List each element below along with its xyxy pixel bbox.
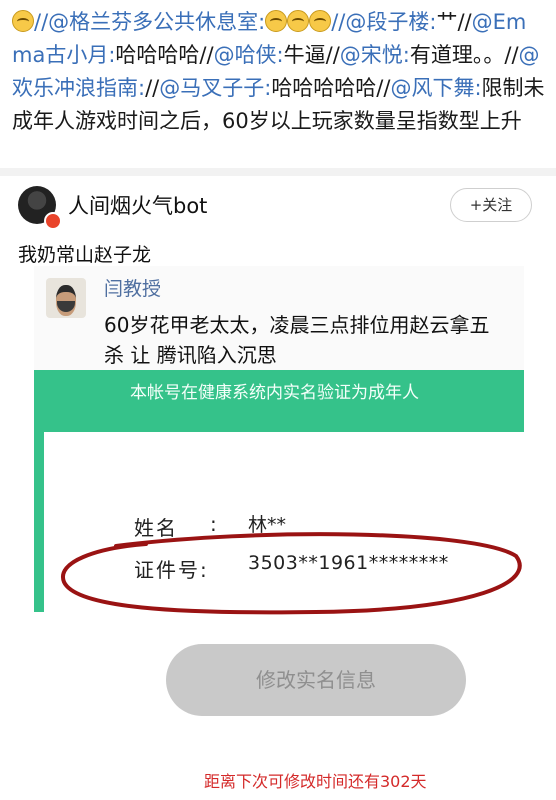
repost-text: 艹// bbox=[436, 10, 472, 34]
repost-text: 哈哈哈哈哈// bbox=[271, 76, 391, 100]
repost-text: 有道理。。// bbox=[409, 43, 519, 67]
laugh-emoji-icon bbox=[287, 10, 310, 32]
repost-text: // bbox=[145, 76, 160, 100]
repost-text: 哈哈哈哈// bbox=[115, 43, 214, 67]
post-text: 我奶常山赵子龙 bbox=[18, 244, 152, 266]
section-divider bbox=[0, 168, 556, 176]
quoted-avatar[interactable] bbox=[46, 278, 86, 318]
mention-link[interactable]: @哈侠: bbox=[214, 43, 284, 67]
mention-link[interactable]: @风下舞: bbox=[390, 76, 481, 100]
laugh-emoji-icon bbox=[12, 10, 34, 32]
banner-side bbox=[34, 432, 44, 612]
quoted-author[interactable]: 闫教授 bbox=[104, 274, 161, 301]
modify-countdown-notice: 距离下次可修改时间还有302天 bbox=[204, 772, 427, 791]
username[interactable]: 人间烟火气bot bbox=[68, 190, 207, 220]
repost-text: 牛逼// bbox=[283, 43, 340, 67]
mention-link[interactable]: //@段子楼: bbox=[331, 10, 436, 34]
quoted-post[interactable]: 闫教授 60岁花甲老太太，凌晨三点排位用赵云拿五杀 让 腾讯陷入沉思 本帐号在健… bbox=[34, 266, 524, 800]
laugh-emoji-icon bbox=[309, 10, 332, 32]
mention-link[interactable]: //@格兰芬多公共休息室: bbox=[34, 10, 265, 34]
modify-realname-button[interactable]: 修改实名信息 bbox=[166, 644, 466, 716]
post-header: 人间烟火气bot +关注 bbox=[18, 184, 538, 230]
laugh-emoji-icon bbox=[265, 10, 288, 32]
banner-text: 本帐号在健康系统内实名验证为成年人 bbox=[130, 383, 419, 403]
red-circle-annotation bbox=[61, 532, 522, 615]
follow-button[interactable]: +关注 bbox=[450, 188, 532, 222]
repost-chain: //@格兰芬多公共休息室://@段子楼:艹//@Emma古小月:哈哈哈哈//@哈… bbox=[12, 6, 546, 138]
quoted-text: 60岁花甲老太太，凌晨三点排位用赵云拿五杀 让 腾讯陷入沉思 bbox=[104, 313, 490, 367]
verified-badge-icon bbox=[44, 212, 62, 230]
verification-banner: 本帐号在健康系统内实名验证为成年人 bbox=[34, 370, 524, 432]
mention-link[interactable]: @马叉子子: bbox=[159, 76, 271, 100]
mention-link[interactable]: @宋悦: bbox=[340, 43, 410, 67]
game-screenshot: 本帐号在健康系统内实名验证为成年人 姓名 : 林** 证件号: 3503**19… bbox=[34, 370, 524, 800]
